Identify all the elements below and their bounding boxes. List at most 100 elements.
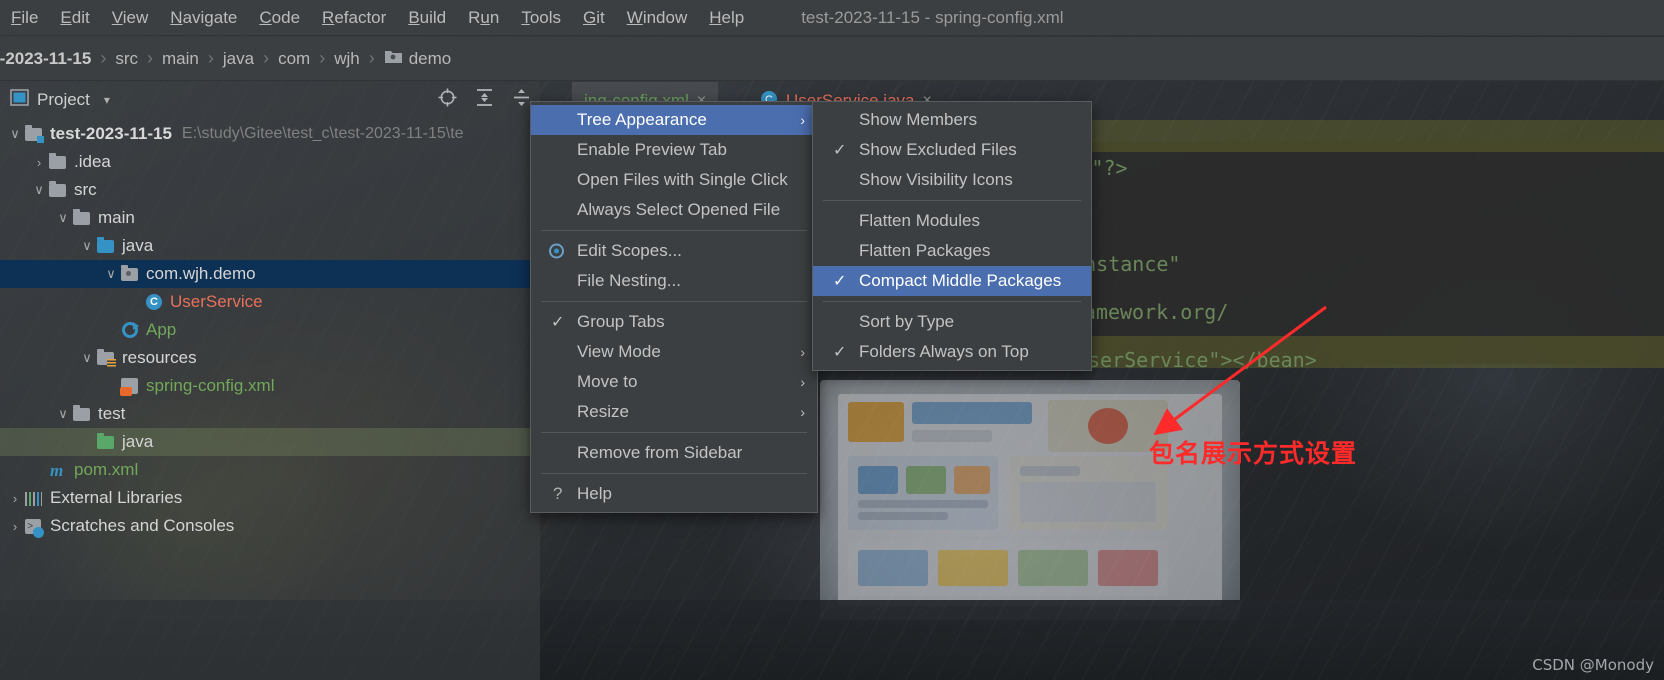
class-icon: C	[146, 294, 162, 310]
chevron-right-icon: ›	[800, 344, 805, 360]
code-line: <?xml version="1.0" encoding="UTF-8"?>	[1090, 156, 1128, 180]
tree-node-java[interactable]: java	[0, 428, 540, 456]
breadcrumb-item-main[interactable]: main	[162, 49, 199, 69]
menu-item-view-mode[interactable]: View Mode ›	[531, 337, 817, 367]
breadcrumb-separator: ›	[368, 48, 375, 68]
breadcrumb-label: main	[162, 48, 199, 68]
submenu-item-flatten-modules[interactable]: Flatten Modules	[813, 206, 1091, 236]
tree-node-java[interactable]: ∨ java	[0, 232, 540, 260]
menu-item-edit-scopes[interactable]: Edit Scopes...	[531, 236, 817, 266]
menu-item-group-tabs[interactable]: ✓ Group Tabs	[531, 307, 817, 337]
menu-tools[interactable]: Tools	[510, 5, 572, 31]
tree-node-main[interactable]: ∨ main	[0, 204, 540, 232]
module-folder-icon	[25, 125, 44, 143]
menu-item-move-to[interactable]: Move to ›	[531, 367, 817, 397]
tree-node-scratches-and-consoles[interactable]: › >_ Scratches and Consoles	[0, 512, 540, 540]
menu-item-tree-appearance[interactable]: Tree Appearance ›	[531, 105, 817, 135]
breadcrumb-item-com[interactable]: com	[278, 49, 310, 69]
tree-node-label: test-2023-11-15	[50, 124, 172, 143]
menu-refactor[interactable]: Refactor	[311, 5, 397, 31]
tree-node-test[interactable]: ∨ test	[0, 400, 540, 428]
chevron-right-icon[interactable]: ›	[6, 491, 24, 506]
menu-window[interactable]: Window	[616, 5, 698, 31]
menu-code[interactable]: Code	[248, 5, 311, 31]
menu-edit[interactable]: Edit	[49, 5, 100, 31]
menu-item-label: Sort by Type	[859, 312, 955, 331]
chevron-down-icon[interactable]: ▾	[104, 93, 110, 107]
chevron-right-icon: ›	[800, 404, 805, 420]
tree-node--idea[interactable]: › .idea	[0, 148, 540, 176]
chevron-down-icon[interactable]: ∨	[78, 238, 96, 254]
submenu-item-show-excluded-files[interactable]: ✓ Show Excluded Files	[813, 135, 1091, 165]
breadcrumb-item-wjh[interactable]: wjh	[334, 49, 360, 69]
menu-item-open-files-with-single-click[interactable]: Open Files with Single Click	[531, 165, 817, 195]
submenu-item-show-visibility-icons[interactable]: Show Visibility Icons	[813, 165, 1091, 195]
tree-node-resources[interactable]: ∨ resources	[0, 344, 540, 372]
chevron-right-icon[interactable]: ›	[30, 155, 48, 170]
tree-node-icon: m	[48, 461, 68, 480]
tree-node-app[interactable]: App	[0, 316, 540, 344]
menu-item-label: Tree Appearance	[577, 110, 707, 129]
breadcrumb-item-java[interactable]: java	[223, 49, 254, 69]
tree-appearance-submenu[interactable]: Show Members ✓ Show Excluded Files Show Vis…	[812, 101, 1092, 371]
tree-node-external-libraries[interactable]: › External Libraries	[0, 484, 540, 512]
collapse-all-icon[interactable]	[511, 87, 532, 113]
menu-view[interactable]: View	[101, 5, 160, 31]
menu-item-remove-from-sidebar[interactable]: Remove from Sidebar	[531, 438, 817, 468]
menu-item-label: Edit Scopes...	[577, 241, 682, 260]
check-icon: ✓	[551, 314, 565, 331]
breadcrumb-separator: ›	[207, 48, 214, 68]
locate-icon[interactable]	[437, 87, 458, 113]
project-tree[interactable]: ∨ test-2023-11-15 E:\study\Gitee\test_c\te…	[0, 118, 540, 540]
tree-node-pom-xml[interactable]: m pom.xml	[0, 456, 540, 484]
breadcrumb-item-src[interactable]: src	[115, 49, 138, 69]
tree-node-test-2023-11-15[interactable]: ∨ test-2023-11-15 E:\study\Gitee\test_c\te…	[0, 120, 540, 148]
submenu-item-folders-always-on-top[interactable]: ✓ Folders Always on Top	[813, 337, 1091, 367]
menu-item-label: Always Select Opened File	[577, 200, 781, 219]
menu-git[interactable]: Git	[572, 5, 616, 31]
menu-item-enable-preview-tab[interactable]: Enable Preview Tab	[531, 135, 817, 165]
tree-node-com-wjh-demo[interactable]: ∨ com.wjh.demo	[0, 260, 540, 288]
chevron-down-icon[interactable]: ∨	[54, 210, 72, 226]
tree-node-src[interactable]: ∨ src	[0, 176, 540, 204]
menu-item-label: Remove from Sidebar	[577, 443, 743, 462]
breadcrumb-label: wjh	[334, 48, 360, 68]
menu-item-always-select-opened-file[interactable]: Always Select Opened File	[531, 195, 817, 225]
tree-node-userservice[interactable]: C UserService	[0, 288, 540, 316]
menu-build[interactable]: Build	[397, 5, 457, 31]
project-context-menu[interactable]: Tree Appearance › Enable Preview Tab Open F…	[530, 101, 818, 513]
submenu-item-show-members[interactable]: Show Members	[813, 105, 1091, 135]
chevron-down-icon[interactable]: ∨	[54, 406, 72, 422]
breadcrumb-item-t-2023-11-15[interactable]: t-2023-11-15	[0, 49, 91, 69]
menu-item-resize[interactable]: Resize ›	[531, 397, 817, 427]
submenu-item-flatten-packages[interactable]: Flatten Packages	[813, 236, 1091, 266]
menu-run[interactable]: Run	[457, 5, 510, 31]
menu-item-file-nesting[interactable]: File Nesting...	[531, 266, 817, 296]
expand-all-icon[interactable]	[474, 87, 495, 113]
menu-navigate[interactable]: Navigate	[159, 5, 248, 31]
chevron-down-icon[interactable]: ∨	[30, 182, 48, 198]
editor-code-area[interactable]: <?xml version="1.0" encoding="UTF-8"?> <b…	[1090, 120, 1664, 680]
libraries-icon	[25, 492, 42, 506]
tree-node-spring-config-xml[interactable]: spring-config.xml	[0, 372, 540, 400]
menu-help[interactable]: Help	[698, 5, 755, 31]
menu-file[interactable]: File	[0, 5, 49, 31]
watermark: CSDN @Monody	[1532, 656, 1654, 674]
submenu-item-compact-middle-packages[interactable]: ✓ Compact Middle Packages	[813, 266, 1091, 296]
tree-node-icon: >_	[24, 517, 44, 538]
chevron-right-icon[interactable]: ›	[6, 519, 24, 534]
menu-item-help[interactable]: ? Help	[531, 479, 817, 509]
chevron-down-icon[interactable]: ∨	[6, 126, 24, 142]
tree-node-label: com.wjh.demo	[146, 264, 256, 283]
submenu-item-sort-by-type[interactable]: Sort by Type	[813, 307, 1091, 337]
breadcrumb-item-demo[interactable]: demo	[384, 48, 451, 69]
menu-item-label: Show Members	[859, 110, 978, 129]
tree-node-label: test	[98, 404, 126, 423]
chevron-down-icon[interactable]: ∨	[78, 350, 96, 366]
chevron-down-icon[interactable]: ∨	[102, 266, 120, 282]
tree-node-label: Scratches and Consoles	[50, 516, 235, 535]
